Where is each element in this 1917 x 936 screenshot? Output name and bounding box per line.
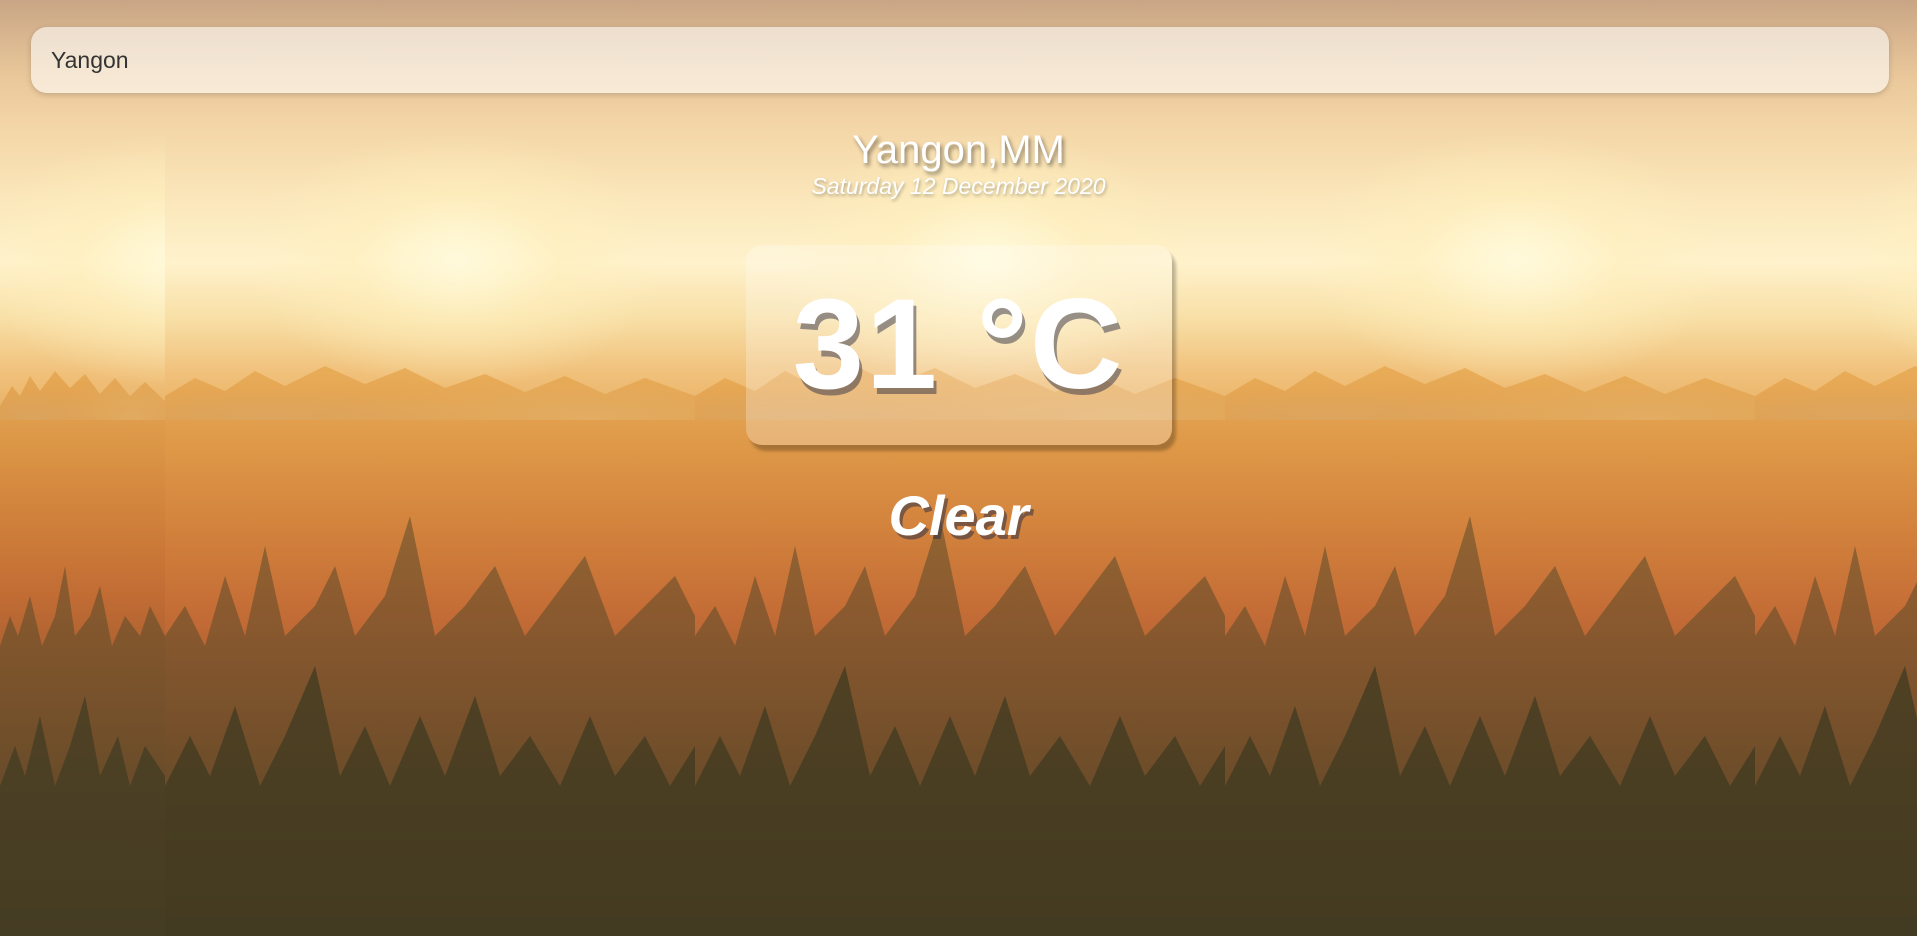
weather-condition: Clear (888, 484, 1029, 547)
search-box (31, 27, 1889, 93)
temperature-display: 31 °C (745, 245, 1172, 445)
weather-box: 31 °C Clear (0, 245, 1917, 548)
location-box: Yangon,MM Saturday 12 December 2020 (0, 128, 1917, 200)
weather-app: Yangon,MM Saturday 12 December 2020 31 °… (0, 0, 1917, 936)
search-input[interactable] (49, 45, 1871, 75)
current-date: Saturday 12 December 2020 (811, 173, 1106, 199)
location-name: Yangon,MM (852, 128, 1065, 172)
